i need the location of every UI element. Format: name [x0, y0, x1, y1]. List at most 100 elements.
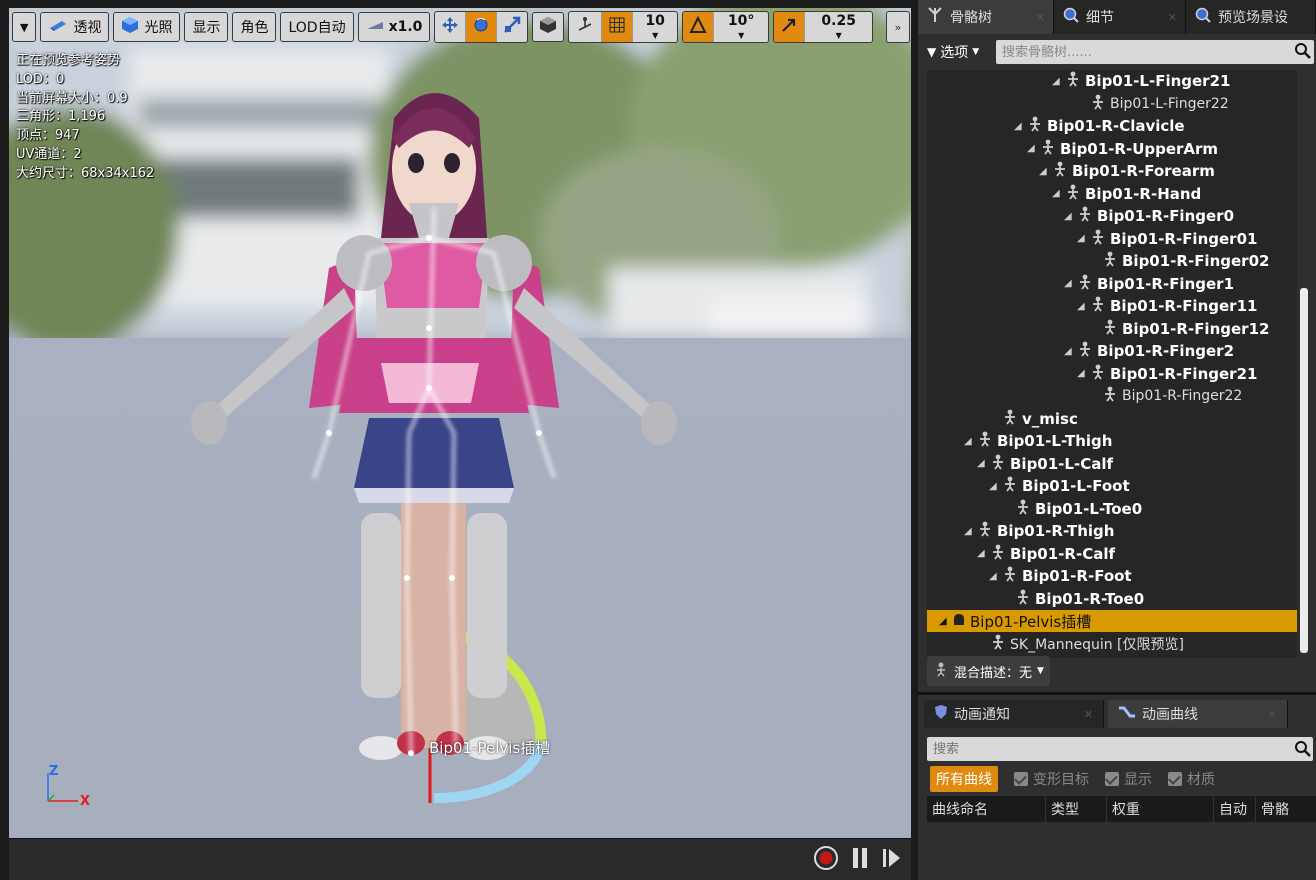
play-step-button[interactable] — [881, 846, 901, 874]
tree-row[interactable]: ◢ Bip01-L-Finger21 — [1052, 70, 1230, 92]
rotate-tool-button[interactable] — [466, 12, 498, 42]
tab-skeleton-tree[interactable]: 骨骼树 ✕ — [918, 0, 1054, 34]
socket-icon — [951, 611, 967, 631]
tree-row[interactable]: ◢ Bip01-L-Calf — [977, 453, 1113, 475]
axis-x-label: X — [80, 794, 91, 809]
expand-triangle-icon[interactable]: ◢ — [964, 436, 976, 447]
rotation-snap-dropdown[interactable]: 10° ▼ — [714, 12, 768, 42]
tree-row[interactable]: Bip01-L-Toe0 — [1002, 498, 1142, 520]
lod-stat: LOD：0 — [16, 71, 65, 87]
blend-profile-dropdown[interactable]: 混合描述：无 ▼ — [927, 656, 1050, 686]
playback-speed-button[interactable]: x1.0 — [357, 12, 431, 42]
bone-icon — [1076, 273, 1094, 295]
close-icon[interactable]: ✕ — [1084, 708, 1093, 721]
all-curves-button[interactable]: 所有曲线 — [930, 766, 998, 792]
tab-preview-scene[interactable]: 预览场景设 — [1186, 0, 1316, 34]
expand-triangle-icon[interactable]: ◢ — [939, 616, 951, 627]
record-button[interactable] — [813, 845, 839, 875]
tree-row[interactable]: Bip01-R-Toe0 — [1002, 588, 1144, 610]
timeline-bar[interactable] — [9, 838, 911, 880]
material-checkbox[interactable]: 材质 — [1168, 769, 1215, 789]
col-curve-name[interactable]: 曲线命名 — [927, 796, 1046, 822]
expand-triangle-icon[interactable]: ◢ — [1064, 211, 1076, 222]
col-auto[interactable]: 自动 — [1214, 796, 1256, 822]
expand-triangle-icon[interactable]: ◢ — [1064, 346, 1076, 357]
tree-row[interactable]: Bip01-R-Finger12 — [1089, 318, 1269, 340]
col-weight[interactable]: 权重 — [1107, 796, 1214, 822]
morph-target-checkbox[interactable]: 变形目标 — [1014, 769, 1089, 789]
tree-row-label: SK_Mannequin [仅限预览] — [1010, 636, 1184, 653]
tree-row[interactable]: ◢ Bip01-R-Clavicle — [1014, 115, 1185, 137]
expand-triangle-icon[interactable]: ◢ — [989, 481, 1001, 492]
curve-search-input[interactable] — [927, 737, 1313, 761]
tree-row[interactable]: Bip01-R-Finger22 — [1089, 385, 1242, 407]
expand-triangle-icon[interactable]: ◢ — [989, 571, 1001, 582]
tree-row[interactable]: ◢ Bip01-L-Thigh — [964, 430, 1112, 452]
expand-triangle-icon[interactable]: ◢ — [1064, 278, 1076, 289]
expand-triangle-icon[interactable]: ◢ — [1027, 143, 1039, 154]
tree-row[interactable]: SK_Mannequin [仅限预览] — [977, 633, 1184, 655]
tree-row[interactable]: ◢ Bip01-R-Finger21 — [1077, 363, 1257, 385]
tree-row[interactable]: ◢ Bip01-R-Finger0 — [1064, 205, 1234, 227]
expand-triangle-icon[interactable]: ◢ — [1077, 233, 1089, 244]
expand-triangle-icon[interactable]: ◢ — [1014, 121, 1026, 132]
display-checkbox[interactable]: 显示 — [1105, 769, 1152, 789]
tree-row[interactable]: ◢ Bip01-R-UpperArm — [1027, 138, 1218, 160]
expand-triangle-icon[interactable]: ◢ — [977, 548, 989, 559]
options-dropdown[interactable]: ▼ 选项 ▼ — [927, 42, 995, 62]
pause-button[interactable] — [851, 846, 869, 874]
tree-row[interactable]: Bip01-R-Finger02 — [1089, 250, 1269, 272]
close-icon[interactable]: ✕ — [1268, 708, 1277, 721]
tree-row[interactable]: v_misc — [989, 408, 1078, 430]
skeleton-tree: ◢ Bip01-L-Finger21 Bip01-L-Finger22 ◢ Bip01-… — [927, 70, 1297, 658]
socket-label: Bip01-Pelvis插槽 — [429, 739, 551, 757]
lod-button[interactable]: LOD自动 — [280, 12, 354, 42]
skeleton-search-input[interactable] — [996, 40, 1314, 64]
expand-triangle-icon[interactable]: ◢ — [1077, 368, 1089, 379]
expand-triangle-icon[interactable]: ◢ — [977, 458, 989, 469]
perspective-button[interactable]: 透视 — [40, 12, 110, 42]
tree-row[interactable]: ◢ Bip01-R-Finger2 — [1064, 340, 1234, 362]
expand-triangle-icon[interactable]: ◢ — [1052, 188, 1064, 199]
tree-row[interactable]: ◢ Bip01-R-Hand — [1052, 183, 1201, 205]
viewport-menu-button[interactable]: ▼ — [12, 12, 37, 42]
tree-row[interactable]: ◢ Bip01-R-Calf — [977, 543, 1115, 565]
right-tab-bar: 骨骼树 ✕ 细节 ✕ 预览场景设 — [918, 0, 1316, 34]
tree-row[interactable]: ◢ Bip01-R-Forearm — [1039, 160, 1215, 182]
panel-divider[interactable] — [918, 692, 1316, 695]
toolbar-expand-button[interactable]: » — [886, 11, 910, 43]
tree-scrollbar[interactable] — [1300, 288, 1308, 653]
col-type[interactable]: 类型 — [1046, 796, 1107, 822]
checkbox-check-icon — [1014, 772, 1028, 786]
tree-row-selected[interactable]: ◢ Bip01-Pelvis插槽 — [927, 610, 1297, 632]
tab-anim-curves[interactable]: 动画曲线 ✕ — [1108, 700, 1288, 728]
tree-row[interactable]: Bip01-L-Finger22 — [1077, 93, 1229, 115]
expand-triangle-icon[interactable]: ◢ — [1077, 301, 1089, 312]
tab-anim-notifies[interactable]: 动画通知 ✕ — [924, 700, 1104, 728]
show-button[interactable]: 显示 — [184, 12, 229, 42]
tree-row[interactable]: ◢ Bip01-R-Foot — [989, 565, 1132, 587]
grid-size-dropdown[interactable]: 10 ▼ — [633, 12, 676, 42]
expand-triangle-icon[interactable]: ◢ — [1052, 76, 1064, 87]
col-bone[interactable]: 骨骼 — [1256, 796, 1316, 822]
translate-tool-button[interactable] — [435, 12, 467, 42]
scale-snap-dropdown[interactable]: 0.25 ▼ — [805, 12, 872, 42]
scale-snap-toggle[interactable] — [774, 12, 806, 42]
close-icon[interactable]: ✕ — [1168, 11, 1177, 24]
expand-triangle-icon[interactable]: ◢ — [964, 526, 976, 537]
grid-snap-toggle[interactable] — [602, 12, 634, 42]
tab-details[interactable]: 细节 ✕ — [1054, 0, 1186, 34]
tree-row[interactable]: ◢ Bip01-R-Finger1 — [1064, 273, 1234, 295]
character-button[interactable]: 角色 — [232, 12, 277, 42]
coordinate-space-button[interactable] — [532, 12, 565, 42]
close-icon[interactable]: ✕ — [1036, 11, 1045, 24]
expand-triangle-icon[interactable]: ◢ — [1039, 166, 1051, 177]
tree-row[interactable]: ◢ Bip01-L-Foot — [989, 475, 1130, 497]
tree-row[interactable]: ◢ Bip01-R-Finger01 — [1077, 228, 1257, 250]
rotation-snap-toggle[interactable] — [682, 12, 714, 42]
tree-row[interactable]: ◢ Bip01-R-Finger11 — [1077, 295, 1257, 317]
scale-tool-button[interactable] — [497, 12, 527, 42]
surface-snap-button[interactable] — [569, 12, 603, 42]
lit-button[interactable]: 光照 — [113, 12, 181, 42]
tree-row[interactable]: ◢ Bip01-R-Thigh — [964, 520, 1114, 542]
